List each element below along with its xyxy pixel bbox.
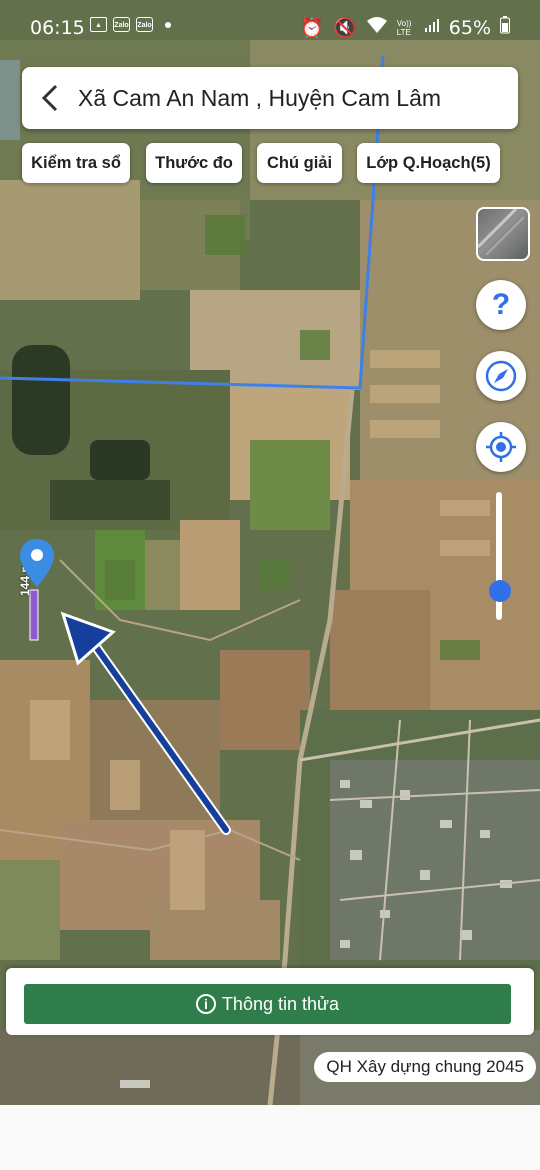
my-location-button[interactable]	[476, 422, 526, 472]
planning-layer-chip[interactable]: Lớp Q.Hoạch(5)	[357, 143, 500, 183]
signal-icon	[424, 17, 440, 39]
status-right: ⏰ 🔇 Vo)) LTE 65%	[300, 16, 510, 40]
parcel-info-button[interactable]: i Thông tin thửa	[24, 984, 511, 1024]
help-icon: ?	[491, 288, 511, 321]
measure-chip[interactable]: Thước đo	[146, 143, 242, 183]
notification-icons: ▲ Zalo Zalo	[90, 17, 171, 32]
zalo-icon: Zalo	[136, 17, 153, 32]
bottom-panel: i Thông tin thửa	[6, 968, 534, 1035]
help-button[interactable]: ?	[476, 280, 526, 330]
layers-icon[interactable]	[476, 207, 530, 261]
status-time: 06:15	[30, 17, 85, 39]
wifi-icon	[366, 16, 388, 40]
compass-button[interactable]	[476, 351, 526, 401]
compass-icon	[485, 360, 517, 392]
image-icon: ▲	[90, 17, 107, 32]
chevron-left-icon	[41, 84, 58, 112]
my-location-icon	[486, 432, 516, 462]
planning-badge[interactable]: QH Xây dựng chung 2045	[314, 1052, 536, 1082]
battery-icon	[500, 16, 510, 40]
parcel-info-label: Thông tin thửa	[221, 993, 340, 1014]
back-button[interactable]	[22, 67, 78, 129]
zalo-icon: Zalo	[113, 17, 130, 32]
info-icon: i	[195, 994, 216, 1014]
network-label: Vo)) LTE	[396, 19, 412, 37]
more-notifications-icon	[165, 21, 171, 28]
alarm-icon: ⏰	[300, 18, 325, 39]
page-title: Xã Cam An Nam , Huyện Cam Lâm	[78, 84, 442, 111]
mute-icon: 🔇	[333, 18, 357, 39]
battery-percent: 65%	[448, 17, 491, 39]
check-book-chip[interactable]: Kiểm tra sổ	[22, 143, 130, 183]
legend-chip[interactable]: Chú giải	[257, 143, 342, 183]
header-bar: Xã Cam An Nam , Huyện Cam Lâm	[22, 67, 518, 129]
system-nav-bar	[0, 1105, 540, 1170]
status-bar: 06:15 ▲ Zalo Zalo ⏰ 🔇 Vo)) LTE 65%	[0, 0, 540, 56]
zoom-slider-thumb[interactable]	[489, 579, 511, 602]
